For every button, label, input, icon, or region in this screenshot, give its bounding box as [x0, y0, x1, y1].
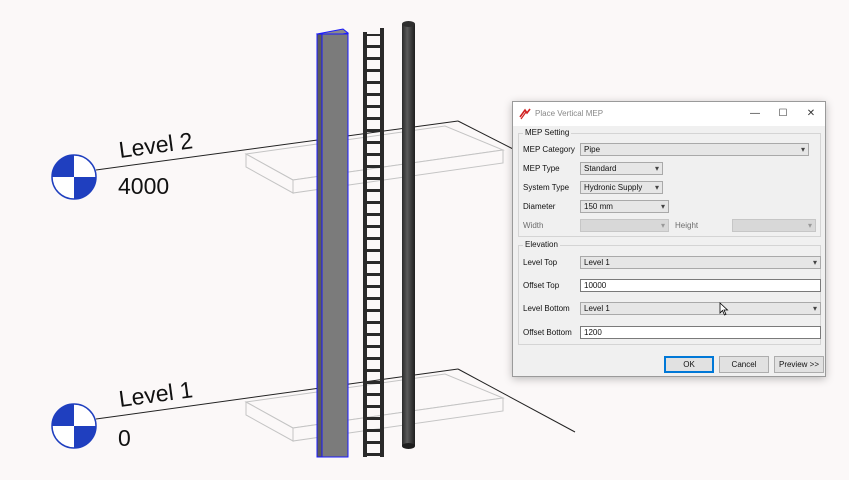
system-type-dropdown[interactable]: Hydronic Supply ▾ — [580, 181, 663, 194]
place-vertical-mep-dialog: Place Vertical MEP — ☐ ✕ MEP Setting MEP… — [512, 101, 826, 377]
chevron-down-icon: ▾ — [812, 304, 817, 313]
mep-setting-title: MEP Setting — [523, 128, 572, 137]
chevron-down-icon: ▾ — [807, 221, 812, 230]
mep-type-dropdown[interactable]: Standard ▾ — [580, 162, 663, 175]
level-top-value: Level 1 — [584, 258, 610, 267]
vertical-pipe[interactable] — [402, 21, 415, 449]
level-2-name[interactable]: Level 2 — [117, 127, 194, 163]
mep-category-label: MEP Category — [523, 145, 575, 154]
level-1-elevation[interactable]: 0 — [118, 425, 131, 451]
chevron-down-icon: ▾ — [812, 258, 817, 267]
mep-setting-group: MEP Setting MEP Category Pipe ▾ MEP Type… — [518, 128, 821, 237]
maximize-button[interactable]: ☐ — [769, 104, 797, 124]
mep-category-value: Pipe — [584, 145, 601, 154]
height-label: Height — [675, 221, 699, 230]
level-top-dropdown[interactable]: Level 1 ▾ — [580, 256, 821, 269]
chevron-down-icon: ▾ — [660, 221, 665, 230]
dialog-title: Place Vertical MEP — [535, 109, 604, 118]
close-button[interactable]: ✕ — [797, 104, 825, 124]
level-2-marker-icon[interactable] — [51, 154, 97, 200]
chevron-down-icon: ▾ — [654, 164, 659, 173]
level-bottom-value: Level 1 — [584, 304, 610, 313]
offset-top-input[interactable]: 10000 — [580, 279, 821, 292]
width-label: Width — [523, 221, 544, 230]
system-type-value: Hydronic Supply — [584, 183, 643, 192]
chevron-down-icon: ▾ — [800, 145, 805, 154]
level-1-marker-icon[interactable] — [51, 403, 97, 449]
height-dropdown[interactable]: ▾ — [732, 219, 816, 232]
mep-type-label: MEP Type — [523, 164, 560, 173]
diameter-dropdown[interactable]: 150 mm ▾ — [580, 200, 669, 213]
level-bottom-label: Level Bottom — [523, 304, 570, 313]
chevron-down-icon: ▾ — [654, 183, 659, 192]
elevation-group: Elevation Level Top Level 1 ▾ Offset Top… — [518, 240, 821, 345]
mep-category-dropdown[interactable]: Pipe ▾ — [580, 143, 809, 156]
level-2-elevation[interactable]: 4000 — [118, 173, 169, 199]
title-bar[interactable]: Place Vertical MEP — ☐ ✕ — [513, 102, 825, 126]
width-dropdown[interactable]: ▾ — [580, 219, 669, 232]
cable-ladder[interactable] — [363, 28, 384, 457]
system-type-label: System Type — [523, 183, 570, 192]
minimize-button[interactable]: — — [741, 104, 769, 124]
level-bottom-dropdown[interactable]: Level 1 ▾ — [580, 302, 821, 315]
cancel-button[interactable]: Cancel — [719, 356, 769, 373]
app-icon — [519, 108, 531, 120]
ok-button[interactable]: OK — [664, 356, 714, 373]
offset-bottom-label: Offset Bottom — [523, 328, 572, 337]
offset-bottom-input[interactable]: 1200 — [580, 326, 821, 339]
diameter-value: 150 mm — [584, 202, 613, 211]
diameter-label: Diameter — [523, 202, 556, 211]
mouse-cursor-icon — [719, 302, 729, 316]
mep-type-value: Standard — [584, 164, 617, 173]
selected-column[interactable] — [315, 28, 350, 458]
level-top-label: Level Top — [523, 258, 558, 267]
chevron-down-icon: ▾ — [660, 202, 665, 211]
elevation-title: Elevation — [523, 240, 560, 249]
offset-top-label: Offset Top — [523, 281, 560, 290]
preview-button[interactable]: Preview >> — [774, 356, 824, 373]
